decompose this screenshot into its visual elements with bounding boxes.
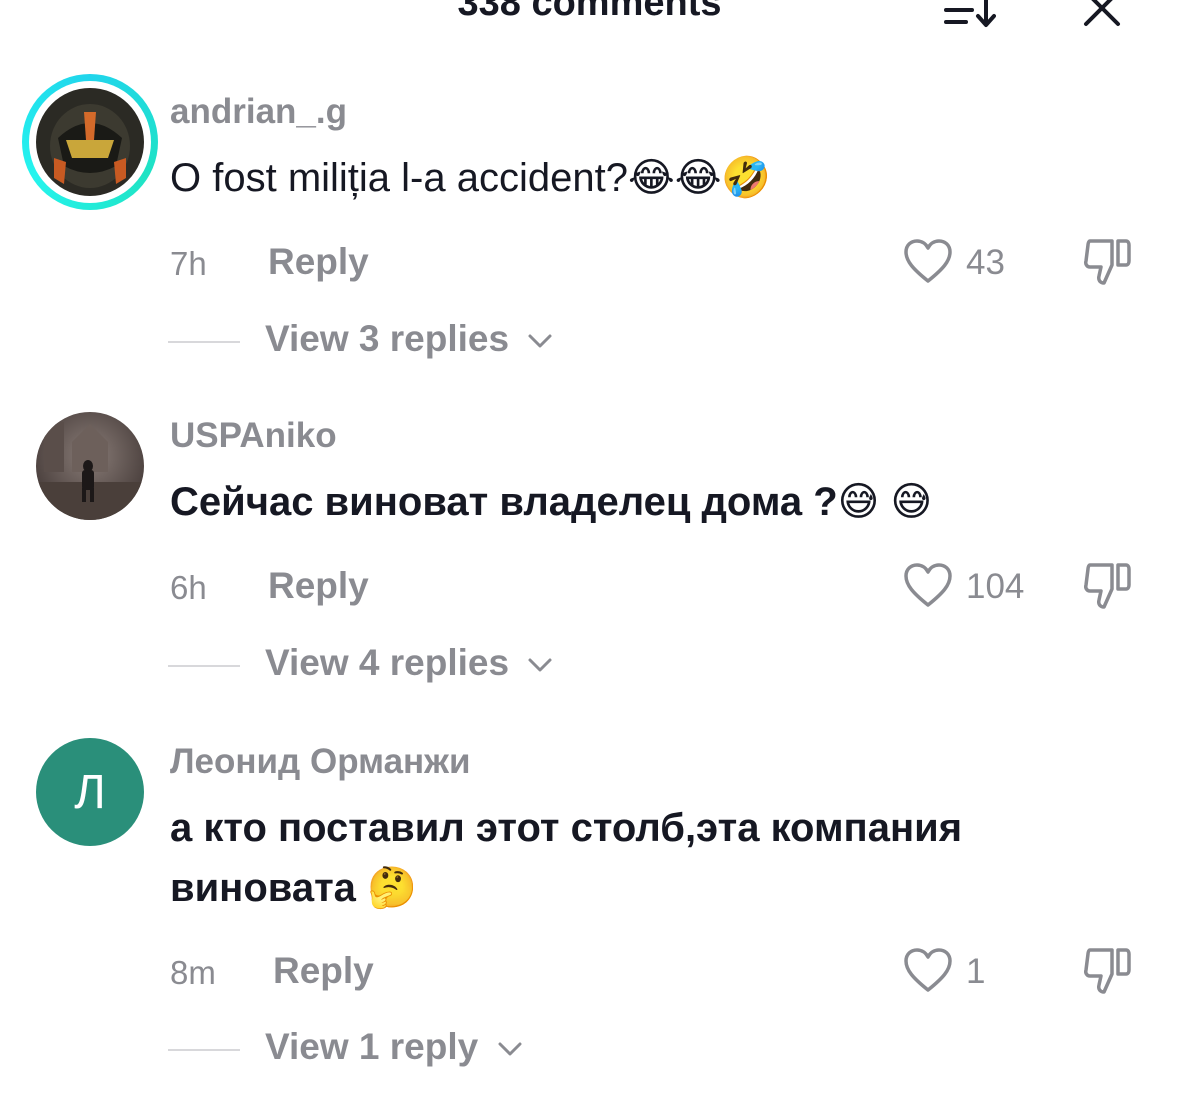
comment-text: а кто поставил этот столб,эта компания в… bbox=[170, 806, 963, 910]
avatar[interactable]: Л bbox=[36, 738, 144, 846]
comment-meta-row: 6h Reply 104 bbox=[170, 563, 1150, 615]
comment-username[interactable]: Леонид Орманжи bbox=[170, 742, 471, 782]
comment-text: Сейчас виноват владелец дома ?😅 😅 bbox=[170, 480, 933, 524]
dislike-icon[interactable] bbox=[1082, 235, 1132, 289]
comments-sheet: 338 comments andrian_.g O fost miliția l… bbox=[0, 0, 1179, 1112]
dislike-icon[interactable] bbox=[1082, 944, 1132, 998]
view-replies-button[interactable]: View 4 replies bbox=[168, 642, 768, 690]
heart-icon[interactable] bbox=[903, 239, 953, 285]
chevron-down-icon bbox=[528, 334, 552, 348]
chevron-down-icon bbox=[528, 658, 552, 672]
dislike-icon[interactable] bbox=[1082, 559, 1132, 613]
view-replies-button[interactable]: View 1 reply bbox=[168, 1026, 768, 1074]
like-count: 43 bbox=[966, 243, 1005, 282]
view-replies-label[interactable]: View 3 replies bbox=[265, 318, 509, 359]
heart-icon[interactable] bbox=[903, 948, 953, 994]
comment-time: 6h bbox=[170, 569, 207, 606]
heart-icon[interactable] bbox=[903, 563, 953, 609]
comment-username[interactable]: andrian_.g bbox=[170, 92, 347, 132]
comment-meta-row: 7h Reply 43 bbox=[170, 239, 1150, 291]
comment-time: 7h bbox=[170, 245, 207, 282]
reply-button[interactable]: Reply bbox=[273, 950, 374, 992]
divider bbox=[168, 665, 240, 667]
chevron-down-icon bbox=[498, 1042, 522, 1056]
like-count: 1 bbox=[966, 952, 986, 991]
avatar[interactable] bbox=[36, 88, 144, 196]
view-replies-label[interactable]: View 1 reply bbox=[265, 1026, 478, 1067]
view-replies-label[interactable]: View 4 replies bbox=[265, 642, 509, 683]
comments-count-title: 338 comments bbox=[457, 0, 722, 24]
comment-username[interactable]: USPAniko bbox=[170, 416, 337, 456]
comment-time: 8m bbox=[170, 954, 216, 991]
avatar[interactable] bbox=[36, 412, 144, 520]
reply-button[interactable]: Reply bbox=[268, 241, 369, 283]
view-replies-button[interactable]: View 3 replies bbox=[168, 318, 768, 366]
like-count: 104 bbox=[966, 567, 1025, 606]
divider bbox=[168, 341, 240, 343]
comment-text: O fost miliția l-a accident?😂😂🤣 bbox=[170, 156, 772, 200]
divider bbox=[168, 1049, 240, 1051]
comment-meta-row: 8m Reply 1 bbox=[170, 948, 1150, 1000]
sort-icon[interactable] bbox=[942, 0, 996, 28]
close-icon[interactable] bbox=[1080, 0, 1124, 28]
reply-button[interactable]: Reply bbox=[268, 565, 369, 607]
